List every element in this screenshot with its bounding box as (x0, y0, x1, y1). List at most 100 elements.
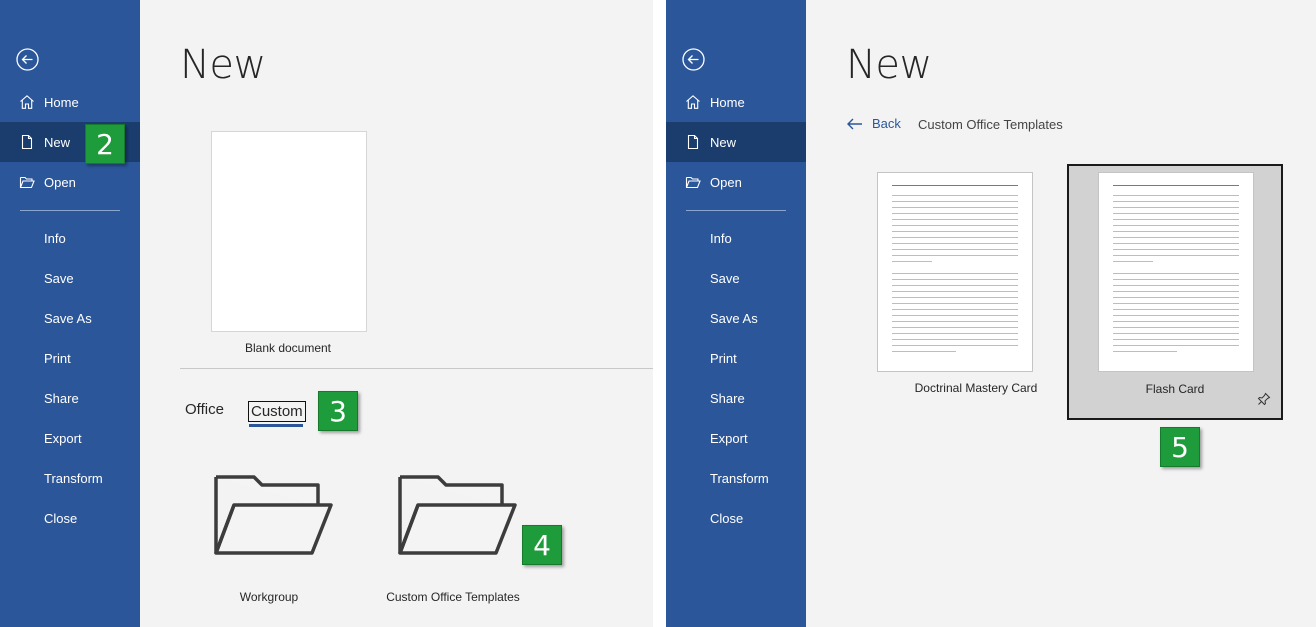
blank-document-thumbnail[interactable] (211, 131, 367, 332)
thumbnail-line (1113, 279, 1239, 280)
sidebar-item-share[interactable]: Share (0, 378, 140, 418)
sidebar-item-label: Share (44, 391, 79, 406)
sidebar-item-label: Transform (710, 471, 769, 486)
sidebar-item-save-as[interactable]: Save As (666, 298, 806, 338)
thumbnail-line (892, 339, 1018, 340)
sidebar-item-label: Info (710, 231, 732, 246)
thumbnail-line (1113, 327, 1239, 328)
workgroup-folder-icon[interactable] (214, 475, 334, 559)
sidebar-item-close[interactable]: Close (0, 498, 140, 538)
sidebar-item-new[interactable]: New (666, 122, 806, 162)
sidebar-item-label: Close (710, 511, 744, 526)
thumbnail-line (892, 237, 1018, 238)
thumbnail-line (1113, 303, 1239, 304)
sidebar-item-label: Save (710, 271, 740, 286)
thumbnail-line (1113, 207, 1239, 208)
sidebar-item-save-as[interactable]: Save As (0, 298, 140, 338)
sidebar-item-label: Transform (44, 471, 103, 486)
step-badge: 4 (522, 525, 562, 565)
sidebar-item-share[interactable]: Share (666, 378, 806, 418)
sidebar-item-save[interactable]: Save (0, 258, 140, 298)
thumbnail-line (892, 345, 1018, 346)
thumbnail-line (892, 273, 1018, 274)
sidebar-item-label: Info (44, 231, 66, 246)
template-doctrinal-mastery-card[interactable]: Doctrinal Mastery Card (868, 164, 1084, 420)
thumbnail-line (1113, 225, 1239, 226)
thumbnail-line (892, 327, 1018, 328)
thumbnail-line (892, 243, 1018, 244)
thumbnail-line (1113, 195, 1239, 196)
sidebar-item-label: Save As (44, 311, 92, 326)
sidebar-item-export[interactable]: Export (0, 418, 140, 458)
sidebar-item-print[interactable]: Print (666, 338, 806, 378)
thumbnail-line (1113, 237, 1239, 238)
thumbnail-line (1113, 339, 1239, 340)
thumbnail-line (1113, 243, 1239, 244)
backstage-sidebar: Home New Open Info Save Save As Print Sh… (0, 0, 140, 627)
sidebar-item-open[interactable]: Open (666, 162, 806, 202)
thumbnail-line (892, 297, 1018, 298)
custom-office-templates-folder-icon[interactable] (398, 475, 518, 559)
sidebar-item-label: Save As (710, 311, 758, 326)
thumbnail-line (1113, 255, 1239, 256)
template-flash-card[interactable]: Flash Card (1067, 164, 1283, 420)
sidebar-item-label: Share (710, 391, 745, 406)
sidebar-item-transform[interactable]: Transform (0, 458, 140, 498)
sidebar-item-home[interactable]: Home (0, 82, 140, 122)
sidebar-item-label: Export (710, 431, 748, 446)
sidebar-item-print[interactable]: Print (0, 338, 140, 378)
thumbnail-line (892, 195, 1018, 196)
step-badge: 5 (1160, 427, 1200, 467)
sidebar-item-info[interactable]: Info (0, 218, 140, 258)
sidebar-item-label: Open (710, 175, 742, 190)
sidebar-item-label: New (710, 135, 737, 150)
sidebar-item-open[interactable]: Open (0, 162, 140, 202)
thumbnail-line (1113, 185, 1239, 186)
sidebar-item-label: Close (44, 511, 78, 526)
back-arrow-icon[interactable] (16, 48, 39, 71)
sidebar-item-export[interactable]: Export (666, 418, 806, 458)
new-content: New Back Custom Office Templates Doctrin… (806, 0, 1316, 627)
thumbnail-line (892, 279, 1018, 280)
template-label: Doctrinal Mastery Card (914, 381, 1038, 395)
tab-active-indicator (249, 424, 303, 427)
thumbnail-line (1113, 231, 1239, 232)
sidebar-item-save[interactable]: Save (666, 258, 806, 298)
thumbnail-line (1113, 249, 1239, 250)
sidebar-item-label: Print (44, 351, 71, 366)
thumbnail-line (1113, 345, 1239, 346)
back-arrow-icon[interactable] (682, 48, 705, 71)
sidebar-item-label: Open (44, 175, 76, 190)
open-folder-icon (19, 174, 35, 190)
thumbnail-line (1113, 201, 1239, 202)
thumbnail-line (892, 285, 1018, 286)
tab-office[interactable]: Office (185, 401, 224, 418)
thumbnail-line (892, 309, 1018, 310)
sidebar-item-transform[interactable]: Transform (666, 458, 806, 498)
tab-custom[interactable]: Custom (248, 401, 306, 422)
template-thumbnail (877, 172, 1033, 372)
backstage-sidebar: Home New Open Info Save Save As Print Sh… (666, 0, 806, 627)
sidebar-item-close[interactable]: Close (666, 498, 806, 538)
step-badge: 3 (318, 391, 358, 431)
thumbnail-line (892, 333, 1018, 334)
sidebar-item-label: Home (44, 95, 79, 110)
home-icon (19, 94, 35, 110)
open-folder-icon (685, 174, 701, 190)
thumbnail-line (892, 185, 1018, 186)
new-document-icon (685, 134, 701, 150)
thumbnail-line (892, 249, 1018, 250)
sidebar-item-info[interactable]: Info (666, 218, 806, 258)
thumbnail-line (892, 303, 1018, 304)
thumbnail-line (1113, 261, 1153, 262)
thumbnail-line (892, 219, 1018, 220)
pin-icon[interactable] (1257, 392, 1271, 406)
thumbnail-line (1113, 297, 1239, 298)
back-link[interactable]: Back (846, 116, 901, 131)
thumbnail-line (892, 315, 1018, 316)
thumbnail-line (892, 225, 1018, 226)
section-divider (180, 368, 653, 369)
page-title: New (180, 42, 266, 88)
sidebar-item-home[interactable]: Home (666, 82, 806, 122)
thumbnail-line (892, 261, 932, 262)
